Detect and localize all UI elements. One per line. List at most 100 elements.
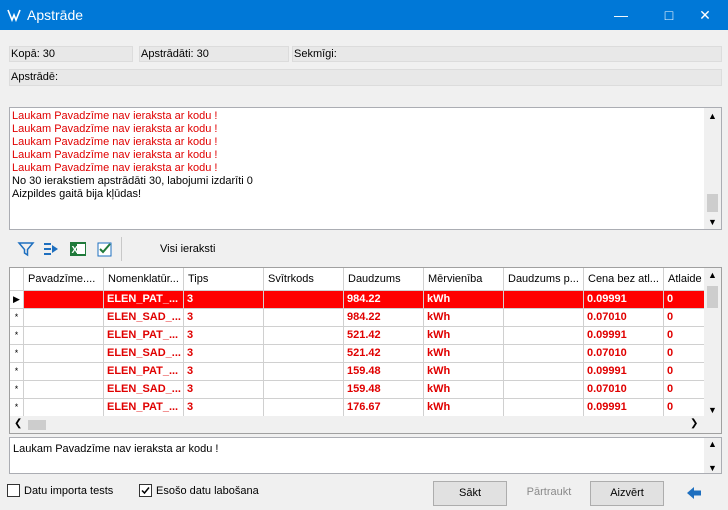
export-icon[interactable] xyxy=(42,240,60,258)
table-cell[interactable]: ELEN_PAT_... xyxy=(104,363,184,381)
scroll-up-icon[interactable]: ▲ xyxy=(708,111,717,121)
table-cell[interactable] xyxy=(24,309,104,327)
table-cell[interactable]: kWh xyxy=(424,381,504,399)
start-button[interactable]: Sākt xyxy=(433,481,507,506)
filter-label[interactable]: Visi ieraksti xyxy=(160,243,215,255)
table-cell[interactable]: ELEN_PAT_... xyxy=(104,399,184,417)
table-cell[interactable]: ELEN_SAD_... xyxy=(104,345,184,363)
log-scrollbar[interactable]: ▲ ▼ xyxy=(704,108,721,229)
close-dialog-button[interactable]: Aizvērt xyxy=(590,481,664,506)
table-cell[interactable]: 0.07010 xyxy=(584,345,664,363)
message-scrollbar[interactable]: ▲ ▼ xyxy=(704,438,721,473)
table-cell[interactable] xyxy=(264,381,344,399)
scroll-down-icon[interactable]: ▼ xyxy=(708,463,717,473)
column-header[interactable]: Tips xyxy=(184,268,264,291)
column-header[interactable]: Nomenklatūr... xyxy=(104,268,184,291)
table-cell[interactable]: 3 xyxy=(184,291,264,309)
row-indicator[interactable]: * xyxy=(10,399,24,417)
table-cell[interactable] xyxy=(264,363,344,381)
table-cell[interactable]: kWh xyxy=(424,345,504,363)
table-cell[interactable]: kWh xyxy=(424,309,504,327)
table-cell[interactable] xyxy=(264,399,344,417)
row-indicator[interactable]: * xyxy=(10,363,24,381)
table-cell[interactable]: 0.09991 xyxy=(584,399,664,417)
scroll-thumb[interactable] xyxy=(707,194,718,212)
table-cell[interactable] xyxy=(24,327,104,345)
table-cell[interactable] xyxy=(24,345,104,363)
table-cell[interactable]: kWh xyxy=(424,327,504,345)
column-header[interactable]: Pavadzīme.... xyxy=(24,268,104,291)
scroll-up-icon[interactable]: ▲ xyxy=(708,270,717,280)
row-indicator[interactable]: * xyxy=(10,381,24,399)
existing-fix-checkbox[interactable] xyxy=(139,484,152,497)
table-cell[interactable]: 0.09991 xyxy=(584,291,664,309)
table-cell[interactable]: 3 xyxy=(184,327,264,345)
table-cell[interactable]: 0.07010 xyxy=(584,309,664,327)
table-cell[interactable] xyxy=(504,327,584,345)
table-cell[interactable]: 984.22 xyxy=(344,291,424,309)
table-cell[interactable] xyxy=(504,399,584,417)
column-header[interactable]: Daudzums p... xyxy=(504,268,584,291)
table-cell[interactable] xyxy=(504,309,584,327)
table-cell[interactable] xyxy=(264,327,344,345)
table-cell[interactable] xyxy=(504,363,584,381)
table-cell[interactable] xyxy=(264,291,344,309)
data-grid[interactable]: Pavadzīme.... Nomenklatūr... Tips Svītrkods… xyxy=(9,267,722,434)
excel-icon[interactable]: X xyxy=(69,240,87,258)
close-button[interactable]: ✕ xyxy=(682,0,728,30)
column-header[interactable]: Cena bez atl... xyxy=(584,268,664,291)
table-cell[interactable] xyxy=(504,291,584,309)
minimize-button[interactable]: — xyxy=(598,0,644,30)
table-cell[interactable]: 159.48 xyxy=(344,363,424,381)
table-cell[interactable] xyxy=(24,291,104,309)
row-indicator[interactable]: * xyxy=(10,309,24,327)
table-cell[interactable] xyxy=(264,309,344,327)
column-header[interactable]: Daudzums xyxy=(344,268,424,291)
table-cell[interactable]: 984.22 xyxy=(344,309,424,327)
scroll-right-icon[interactable]: ❯ xyxy=(690,418,698,429)
scroll-up-icon[interactable]: ▲ xyxy=(708,439,717,449)
table-cell[interactable]: 3 xyxy=(184,381,264,399)
table-cell[interactable] xyxy=(504,381,584,399)
table-cell[interactable]: 3 xyxy=(184,345,264,363)
table-cell[interactable]: 3 xyxy=(184,363,264,381)
scroll-left-icon[interactable]: ❮ xyxy=(14,418,22,429)
scroll-thumb[interactable] xyxy=(28,420,46,430)
back-arrow-icon[interactable] xyxy=(686,485,702,501)
scroll-down-icon[interactable]: ▼ xyxy=(708,405,717,415)
table-cell[interactable]: ELEN_SAD_... xyxy=(104,381,184,399)
table-cell[interactable]: 176.67 xyxy=(344,399,424,417)
table-cell[interactable] xyxy=(504,345,584,363)
table-cell[interactable]: kWh xyxy=(424,363,504,381)
table-cell[interactable]: 521.42 xyxy=(344,345,424,363)
table-cell[interactable] xyxy=(24,399,104,417)
scroll-down-icon[interactable]: ▼ xyxy=(708,217,717,227)
table-cell[interactable]: kWh xyxy=(424,399,504,417)
grid-hscrollbar[interactable]: ❮ ❯ xyxy=(10,416,721,433)
grid-vscrollbar[interactable]: ▲ ▼ xyxy=(704,268,721,416)
stop-button[interactable]: Pārtraukt xyxy=(512,481,586,506)
filter-icon[interactable] xyxy=(17,240,35,258)
table-cell[interactable]: 0.09991 xyxy=(584,327,664,345)
table-cell[interactable]: 3 xyxy=(184,309,264,327)
table-cell[interactable]: ELEN_SAD_... xyxy=(104,309,184,327)
table-cell[interactable]: ELEN_PAT_... xyxy=(104,291,184,309)
table-cell[interactable]: kWh xyxy=(424,291,504,309)
scroll-thumb[interactable] xyxy=(707,286,718,308)
log-box[interactable]: Laukam Pavadzīme nav ieraksta ar kodu ! … xyxy=(9,107,722,230)
table-cell[interactable]: 159.48 xyxy=(344,381,424,399)
table-cell[interactable]: 521.42 xyxy=(344,327,424,345)
column-header[interactable]: Mērvienība xyxy=(424,268,504,291)
table-cell[interactable] xyxy=(24,363,104,381)
table-cell[interactable] xyxy=(24,381,104,399)
checklist-icon[interactable] xyxy=(96,240,114,258)
message-box[interactable]: Laukam Pavadzīme nav ieraksta ar kodu ! … xyxy=(9,437,722,474)
table-cell[interactable]: 3 xyxy=(184,399,264,417)
column-header[interactable]: Svītrkods xyxy=(264,268,344,291)
table-cell[interactable] xyxy=(264,345,344,363)
import-test-checkbox[interactable] xyxy=(7,484,20,497)
table-cell[interactable]: ELEN_PAT_... xyxy=(104,327,184,345)
table-cell[interactable]: 0.09991 xyxy=(584,363,664,381)
row-indicator[interactable]: ▶ xyxy=(10,291,24,309)
row-indicator[interactable]: * xyxy=(10,327,24,345)
